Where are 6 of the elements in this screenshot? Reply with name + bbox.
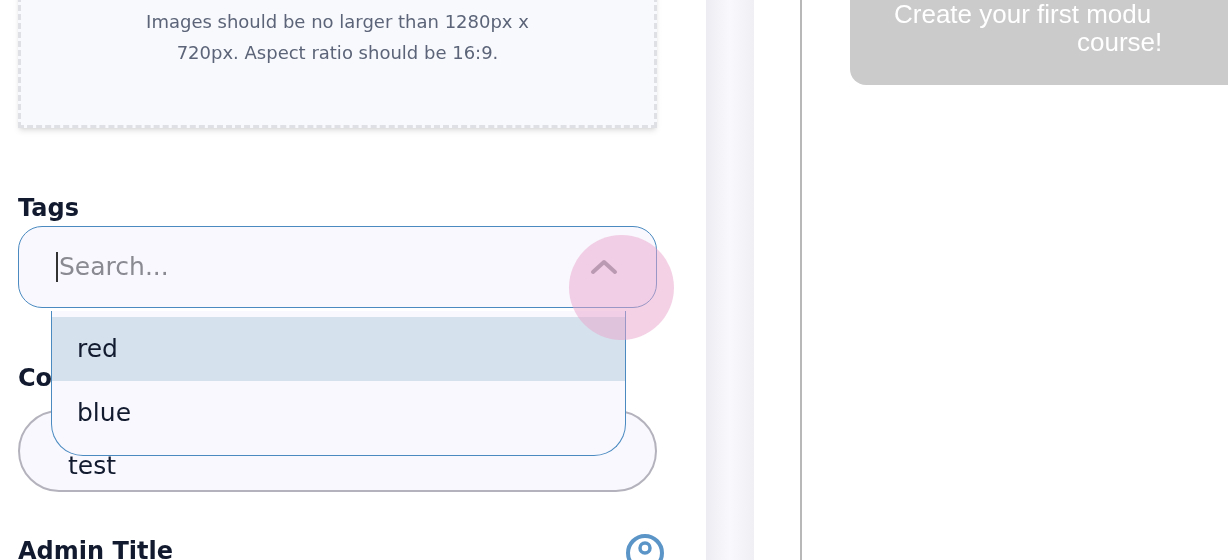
upload-hint: Images should be no larger than 1280px x 720px. Aspect ratio should be 16:9.	[145, 10, 530, 65]
field-value: test	[68, 452, 116, 480]
field-label: Admin Title	[18, 536, 173, 560]
field-label: Co	[18, 363, 53, 394]
tags-search-input: Search...	[59, 248, 590, 286]
field-label: Tags	[18, 193, 80, 224]
